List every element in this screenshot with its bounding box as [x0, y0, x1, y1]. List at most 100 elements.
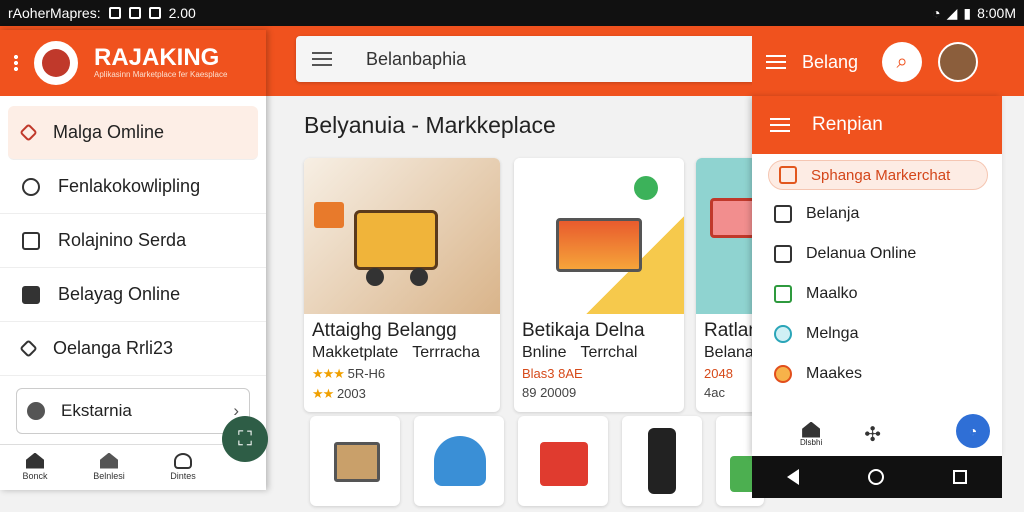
product-card[interactable]: Betikaja Delna Bnline Terrchal Blas3 8AE …	[514, 158, 684, 412]
right-bottom-home[interactable]: Dlsbhi	[800, 421, 823, 447]
right-panel-title: Renpian	[812, 114, 883, 135]
status-bar: rAoherMapres: 2.00 ◔ ◢ ▮ 8:00M	[0, 0, 1024, 26]
menu-item-maalko[interactable]: Maalko	[752, 274, 1002, 314]
drawer-select-field[interactable]: Ekstarnia ›	[16, 388, 250, 434]
fab-add-button[interactable]: ⛶	[222, 416, 268, 462]
bottom-nav-home[interactable]: Bonck	[10, 452, 60, 481]
product-category: Belana	[704, 344, 754, 361]
menu-item-label: Maakes	[806, 365, 863, 382]
menu-item-label: Melnga	[806, 325, 859, 342]
star-rating-icon: ★★	[312, 386, 334, 401]
menu-item-label: Delanua Online	[806, 245, 917, 262]
notification-icon	[108, 7, 121, 19]
chat-bubble-icon	[634, 176, 658, 200]
menu-item-maakes[interactable]: Maakes	[752, 354, 1002, 394]
bottom-nav-store[interactable]: Belnlesi	[84, 452, 134, 481]
box-icon	[22, 231, 40, 250]
search-icon: ⌕	[896, 50, 908, 73]
drawer-item-fenlakokowlipling[interactable]: Fenlakokowlipling	[0, 160, 266, 214]
menu-item-label: Belanja	[806, 205, 860, 222]
drawer-item-malga-omline[interactable]: Malga Omline	[8, 106, 258, 160]
download-icon	[148, 7, 161, 19]
menu-icon[interactable]	[312, 52, 332, 66]
product-image	[304, 158, 500, 314]
checkbox-icon	[22, 285, 40, 304]
recents-icon[interactable]	[953, 470, 968, 484]
puzzle-icon[interactable]: ✣	[864, 422, 881, 447]
right-fab-button[interactable]: ◔	[956, 414, 990, 448]
tag-icon	[19, 123, 38, 142]
menu-item-label: Maalko	[806, 285, 858, 302]
product-grid: Attaighg Belangg Makketplate Terrracha ★★…	[304, 158, 766, 418]
brand-name: RAJAKING Aplikasinn Marketplace fer Kaes…	[94, 46, 227, 80]
book-icon	[774, 205, 792, 223]
status-time-right: 8:00M	[977, 5, 1016, 21]
navigation-drawer: RAJAKING Aplikasinn Marketplace fer Kaes…	[0, 30, 266, 490]
thumbnail-basket-icon[interactable]	[414, 416, 504, 506]
page-title: Belyanuia - Markkeplace	[304, 112, 556, 138]
avatar[interactable]	[938, 42, 979, 82]
battery-icon: ▮	[963, 4, 972, 21]
drawer-item-oelanga-rrli23[interactable]: Oelanga Rrli23	[0, 322, 266, 376]
search-button[interactable]: ⌕	[882, 42, 923, 82]
signal-icon: ◢	[946, 4, 958, 21]
menu-item-melnga[interactable]: Melnga	[752, 314, 1002, 354]
back-icon[interactable]	[786, 469, 799, 485]
right-header-title: Belang	[802, 51, 859, 72]
image-icon	[128, 7, 141, 19]
product-seller: Terrracha	[412, 344, 480, 361]
product-price: 2003	[336, 386, 366, 401]
tag-dot-icon	[27, 402, 45, 420]
star-rating-icon: ★★★	[312, 366, 345, 381]
check-circle-icon	[22, 177, 40, 196]
right-header: Belang ⌕	[752, 32, 1002, 92]
drawer-header: RAJAKING Aplikasinn Marketplace fer Kaes…	[0, 30, 266, 96]
thumbnail-device-icon[interactable]	[622, 416, 702, 506]
drawer-item-belayag-online[interactable]: Belayag Online	[0, 268, 266, 322]
product-rating: 5R-H6	[347, 366, 386, 381]
hamburger-icon[interactable]	[766, 55, 786, 69]
search-input[interactable]: Belanbaphia	[366, 49, 466, 70]
bottom-nav-label: Dintes	[170, 470, 196, 481]
menu-item-sphanga-markerchat[interactable]: Sphanga Markerchat	[768, 160, 988, 190]
drawer-item-label: Rolajnino Serda	[58, 230, 187, 250]
hamburger-icon[interactable]	[770, 118, 790, 132]
store-badge-icon	[774, 365, 792, 383]
bottom-nav-profile[interactable]: Dintes	[158, 452, 208, 481]
right-menu-panel: Renpian Sphanga Markerchat Belanja Delan…	[752, 96, 1002, 456]
shopping-cart-icon	[556, 218, 642, 272]
bottom-nav-label: Bonck	[22, 470, 48, 481]
menu-item-delanua-online[interactable]: Delanua Online	[752, 234, 1002, 274]
drawer-field-label: Ekstarnia	[61, 401, 132, 420]
bottom-nav-label: Belnlesi	[93, 470, 125, 481]
menu-item-belanja[interactable]: Belanja	[752, 194, 1002, 234]
wifi-icon: ◔	[932, 5, 941, 21]
home-circle-icon[interactable]	[867, 469, 884, 485]
drawer-item-label: Belayag Online	[58, 284, 181, 304]
right-panel-header: Renpian	[752, 96, 1002, 154]
drawer-item-label: Fenlakokowlipling	[58, 176, 201, 196]
search-bar[interactable]: Belanbaphia	[296, 36, 776, 82]
status-time-left: 2.00	[168, 5, 196, 21]
chart-icon	[774, 285, 792, 303]
drawer-item-rolajnino-serda[interactable]: Rolajnino Serda	[0, 214, 266, 268]
right-bottom-label: Dlsbhi	[800, 437, 823, 447]
location-icon: ◔	[968, 423, 978, 439]
thumbnail-red-basket-icon[interactable]	[518, 416, 608, 506]
home-icon	[26, 452, 44, 469]
product-category: Bnline	[522, 344, 567, 361]
product-seller: Terrchal	[580, 344, 638, 361]
product-rating: Blas3 8AE	[522, 366, 583, 381]
product-thumbnails	[310, 416, 770, 506]
brand-tagline: Aplikasinn Marketplace fer Kaesplace	[94, 70, 228, 79]
thumbnail-cart-icon[interactable]	[310, 416, 400, 506]
product-price: 89 20009	[522, 385, 577, 400]
product-name: Attaighg Belangg	[312, 320, 457, 341]
more-vert-icon[interactable]	[14, 54, 18, 72]
brand-logo	[34, 41, 78, 85]
product-card[interactable]: Attaighg Belangg Makketplate Terrracha ★★…	[304, 158, 500, 412]
bag-icon	[779, 166, 797, 184]
gift-box-icon	[314, 202, 344, 228]
status-bar-text: rAoherMapres:	[8, 5, 101, 21]
product-image	[514, 158, 684, 314]
